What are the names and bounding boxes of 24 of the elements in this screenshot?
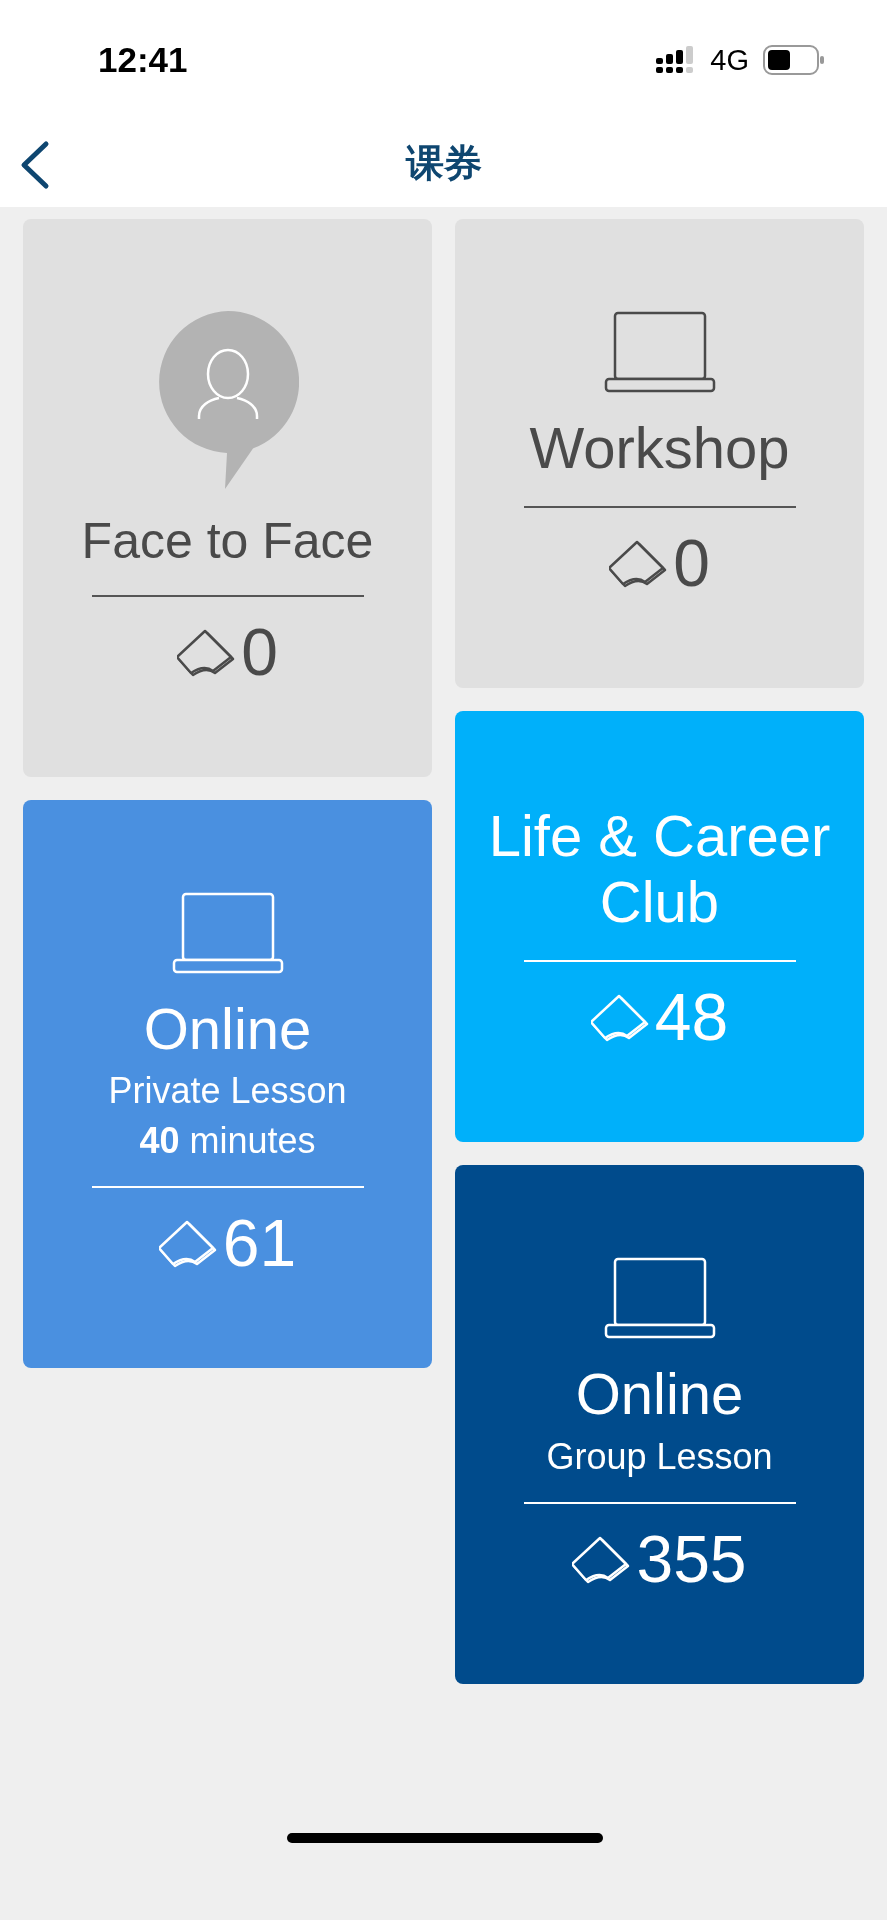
avatar-bubble-icon [156, 311, 299, 489]
course-card[interactable]: Workshop 0 [455, 219, 864, 688]
page-title: 课券 [405, 141, 482, 186]
card-title: Online [575, 1361, 744, 1428]
battery-icon [763, 45, 825, 75]
ticket-count: 0 [241, 618, 278, 685]
card-subtitle: Private Lesson [108, 1070, 347, 1113]
laptop-icon [603, 311, 716, 393]
ticket-count: 48 [654, 984, 729, 1051]
course-card[interactable]: Online Group Lesson 355 [455, 1165, 864, 1684]
network-type: 4G [710, 43, 749, 77]
card-title: Online [143, 995, 312, 1063]
ticket-count: 0 [673, 529, 710, 596]
course-card[interactable]: Face to Face 0 [23, 219, 432, 777]
status-time: 12:41 [98, 40, 188, 80]
card-title: Workshop [529, 415, 790, 482]
laptop-icon [603, 1257, 716, 1340]
laptop-icon [171, 891, 284, 974]
card-subtitle: 40 minutes [139, 1120, 316, 1163]
ticket-count: 61 [222, 1210, 297, 1277]
card-subtitle: Group Lesson [546, 1435, 773, 1478]
ticket-count: 355 [636, 1525, 747, 1592]
card-title: Face to Face [81, 513, 374, 571]
card-title: Life & Career Club [487, 802, 832, 937]
